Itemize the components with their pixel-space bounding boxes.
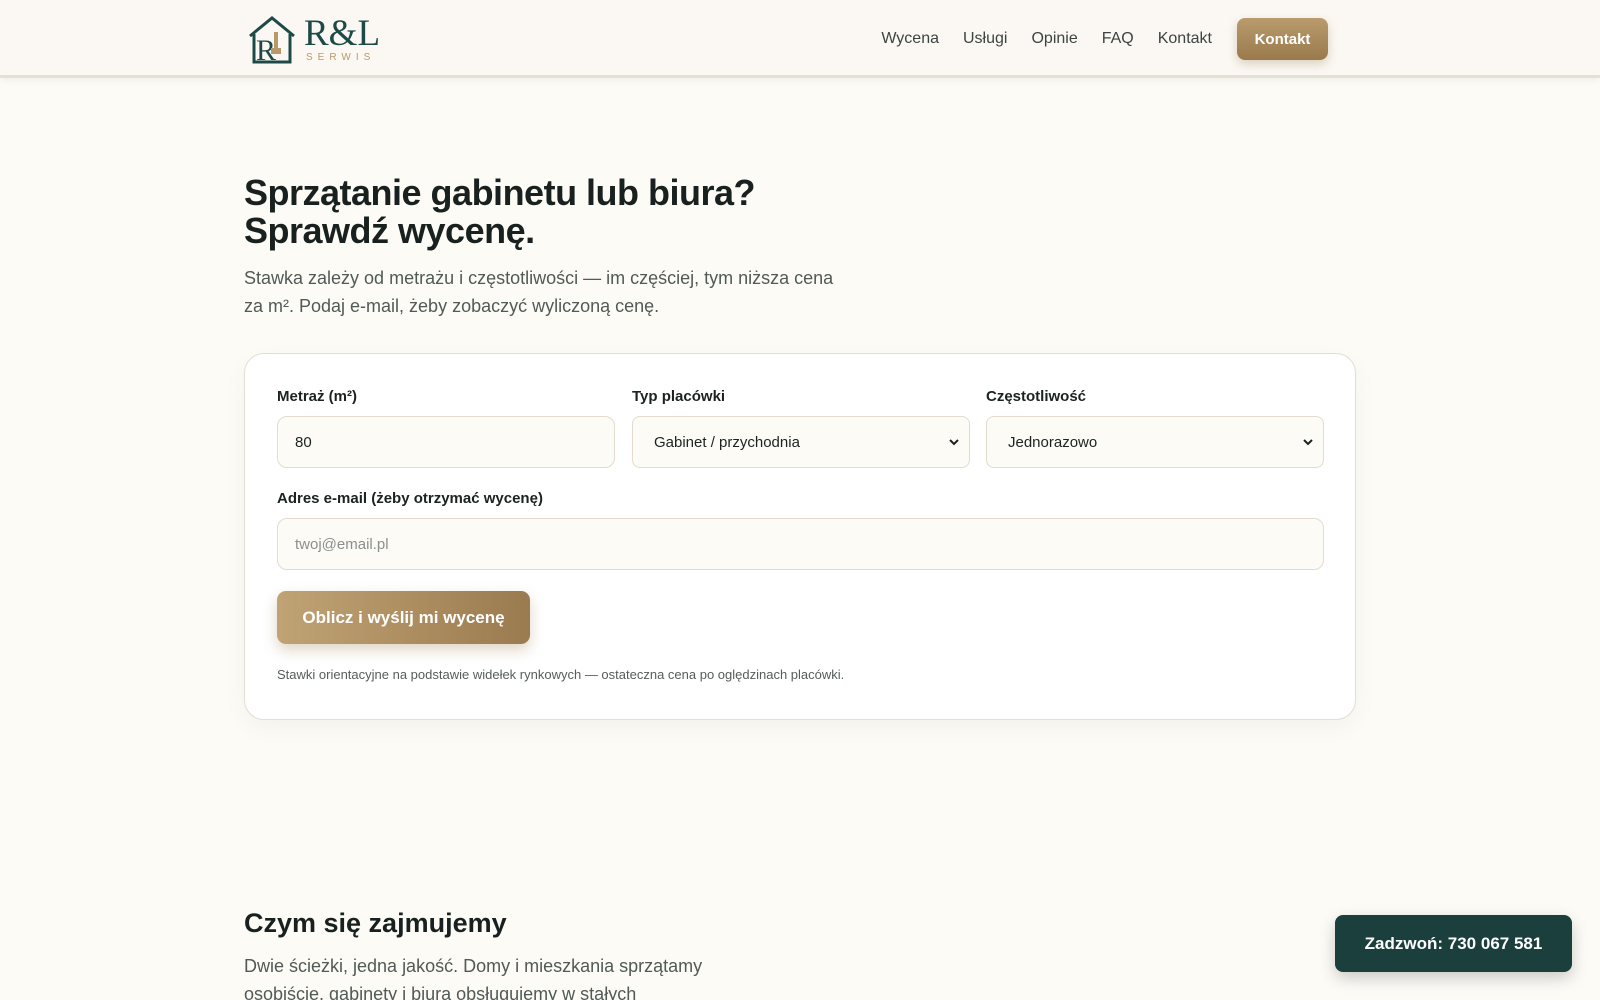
pricing-note: Stawki orientacyjne na podstawie widełek… bbox=[277, 667, 845, 682]
main-nav: Wycena Usługi Opinie FAQ Kontakt Kontakt bbox=[857, 18, 1328, 60]
nav-item-opinie[interactable]: Opinie bbox=[1031, 30, 1077, 48]
nav-item-kontakt[interactable]: Kontakt bbox=[1158, 30, 1212, 48]
nav-item-faq[interactable]: FAQ bbox=[1102, 30, 1134, 48]
logo[interactable]: R R&L SERWIS bbox=[244, 10, 384, 66]
hero-subtitle: Stawka zależy od metrażu i częstotliwośc… bbox=[244, 268, 834, 316]
type-select[interactable]: Gabinet / przychodnia bbox=[632, 416, 970, 468]
brand-name: R&L bbox=[304, 13, 381, 54]
chevron-down-icon bbox=[1303, 439, 1313, 446]
frequency-select-value: Jednorazowo bbox=[1008, 433, 1098, 451]
frequency-label: Częstotliwość bbox=[986, 388, 1087, 405]
type-select-value: Gabinet / przychodnia bbox=[654, 433, 800, 451]
page-title: Sprzątanie gabinetu lub biura? Sprawdź w… bbox=[244, 174, 944, 250]
nav-item-uslugi[interactable]: Usługi bbox=[963, 30, 1007, 48]
site-header: R R&L SERWIS Wycena Usługi Opinie FAQ Ko… bbox=[0, 0, 1600, 78]
nav-item-wycena[interactable]: Wycena bbox=[881, 30, 939, 48]
email-label: Adres e-mail (żeby otrzymać wycenę) bbox=[277, 490, 543, 507]
area-input[interactable]: 80 bbox=[277, 416, 615, 468]
type-label: Typ placówki bbox=[632, 388, 726, 405]
email-field[interactable]: twoj@email.pl bbox=[277, 518, 1324, 570]
call-button[interactable]: Zadzwoń: 730 067 581 bbox=[1335, 915, 1572, 972]
services-heading: Czym się zajmujemy bbox=[244, 908, 507, 938]
contact-button[interactable]: Kontakt bbox=[1237, 18, 1328, 60]
quote-form-card: Metraż (m²) 80 Typ placówki Gabinet / pr… bbox=[244, 353, 1356, 720]
house-logo-icon: R bbox=[249, 16, 295, 66]
services-description: Dwie ścieżki, jedna jakość. Domy i miesz… bbox=[244, 956, 703, 1000]
brand-subtitle: SERWIS bbox=[306, 52, 376, 63]
submit-quote-button[interactable]: Oblicz i wyślij mi wycenę bbox=[277, 591, 530, 644]
area-label: Metraż (m²) bbox=[277, 388, 358, 405]
frequency-select[interactable]: Jednorazowo bbox=[986, 416, 1324, 468]
chevron-down-icon bbox=[949, 439, 959, 446]
title-line-2: Sprawdź wycenę. bbox=[244, 210, 535, 251]
title-line-1: Sprzątanie gabinetu lub biura? bbox=[244, 172, 756, 213]
